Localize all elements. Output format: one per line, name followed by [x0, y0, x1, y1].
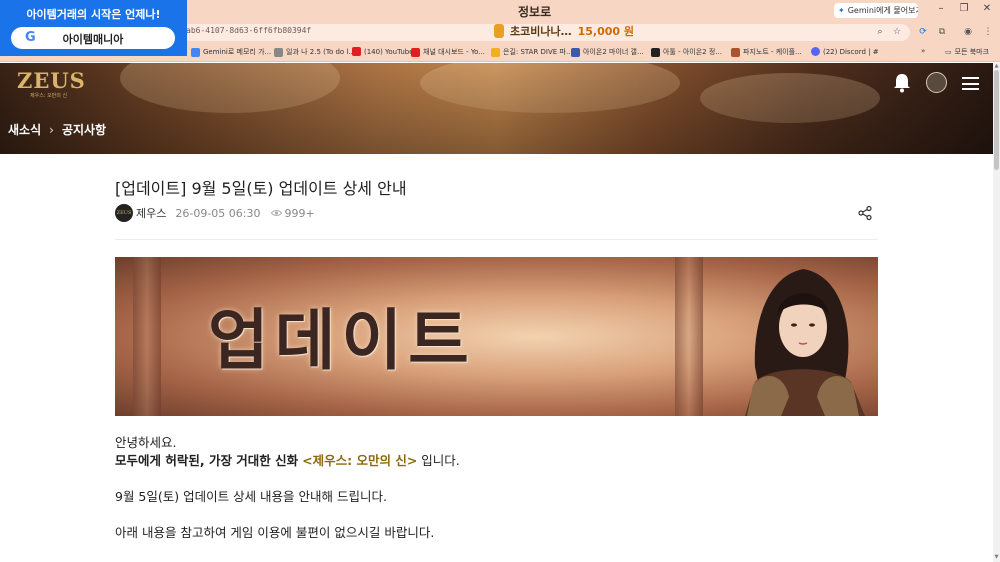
address-bar-ad[interactable]: 초코비나나… 15,000 원 — [494, 23, 634, 39]
ad-item-name: 초코비나나… — [510, 25, 572, 38]
extensions-icon[interactable]: ⧉ — [936, 26, 948, 38]
sync-icon[interactable]: ⟳ — [917, 26, 929, 38]
scroll-up-icon[interactable]: ▲ — [994, 64, 999, 69]
body-intro: 모두에게 허락된, 가장 거대한 신화 <제우스: 오만의 신> 입니다. — [115, 452, 460, 470]
breadcrumb-notice[interactable]: 공지사항 — [62, 121, 106, 138]
folder-icon: ▭ — [945, 48, 952, 56]
ad-item-price: 15,000 원 — [577, 25, 635, 38]
minimize-icon[interactable]: – — [934, 3, 948, 14]
body-greeting: 안녕하세요. — [115, 435, 177, 450]
bookmark-item[interactable]: 파지노트 - 케이플... — [731, 47, 802, 57]
site-logo[interactable]: ZEUS — [17, 68, 86, 93]
scrollbar-thumb[interactable] — [994, 70, 999, 170]
bookmark-item[interactable]: 아이온2 마이너 갤... — [571, 47, 644, 57]
game-title-link: <제우스: 오만의 신> — [302, 453, 418, 468]
more-bookmarks-icon[interactable]: » — [921, 47, 925, 55]
bookmark-item[interactable]: 채널 대시보드 - Yo... — [411, 47, 485, 57]
all-bookmarks-folder[interactable]: ▭ 모든 북마크 — [945, 47, 989, 57]
zoom-icon[interactable]: ⌕ — [874, 26, 886, 38]
body-intro-bold: 모두에게 허락된, 가장 거대한 신화 — [115, 453, 299, 468]
body-notice-line: 아래 내용을 참고하여 게임 이용에 불편이 없으시길 바랍니다. — [115, 525, 435, 540]
gemini-icon — [191, 47, 200, 57]
update-banner-image: 업데이트 — [115, 257, 878, 416]
hamburger-menu-icon[interactable] — [962, 77, 979, 90]
site-logo-subtitle: 제우스: 오만의 신 — [30, 93, 68, 99]
ad-overlay[interactable]: 아이템거래의 시작은 언제나! G 아이템매니아 — [0, 0, 187, 56]
page-icon — [571, 47, 580, 57]
bookmark-item[interactable]: 일과 나 2.5 (To do l... — [274, 47, 355, 57]
page-icon — [651, 47, 660, 57]
gemini-button-label: Gemini에게 물어보기 — [847, 6, 918, 15]
scroll-down-icon[interactable]: ▼ — [994, 555, 999, 560]
bookmark-item[interactable]: (140) YouTube — [352, 47, 414, 56]
hero-shade — [0, 63, 993, 154]
share-icon[interactable] — [857, 205, 873, 221]
banner-pillar — [675, 257, 703, 416]
banner-title: 업데이트 — [208, 302, 475, 379]
bookmark-item[interactable]: Gemini로 메모리 가... — [191, 47, 271, 57]
article-title: [업데이트] 9월 5일(토) 업데이트 상세 안내 — [115, 179, 407, 198]
bookmark-item[interactable]: (22) Discord | # — [811, 47, 879, 56]
url-text: ab6-4107-8d63-6ff6fb80394f — [186, 26, 312, 35]
gemini-icon: ✦ — [838, 6, 845, 15]
eye-icon — [270, 210, 282, 216]
profile-icon[interactable]: ◉ — [962, 26, 974, 38]
banner-pillar — [133, 257, 161, 416]
article-author: 제우스 — [136, 207, 167, 220]
body-intro-end: 입니다. — [417, 453, 460, 468]
youtube-icon — [411, 47, 420, 57]
ad-overlay-title: 아이템거래의 시작은 언제나! — [26, 8, 161, 21]
breadcrumb: 새소식 › 공지사항 — [8, 121, 106, 138]
ask-gemini-button[interactable]: ✦ Gemini에게 물어보기 — [834, 3, 918, 18]
ad-overlay-button[interactable]: G 아이템매니아 — [11, 27, 175, 49]
more-menu-icon[interactable]: ⋮ — [982, 26, 994, 38]
page-icon — [491, 47, 500, 57]
chevron-right-icon: › — [49, 122, 54, 137]
article-views: 999+ — [284, 206, 315, 220]
page-icon — [731, 47, 740, 57]
breadcrumb-news[interactable]: 새소식 — [8, 121, 41, 138]
user-avatar[interactable] — [926, 72, 947, 93]
character-illustration — [745, 269, 865, 416]
page-icon — [274, 47, 283, 57]
maximize-icon[interactable]: ❐ — [957, 3, 971, 14]
tab-title[interactable]: 정보로 — [518, 3, 551, 20]
ad-overlay-name: 아이템매니아 — [62, 33, 124, 46]
youtube-icon — [352, 47, 361, 56]
site-header: ZEUS 제우스: 오만의 신 새소식 › 공지사항 — [0, 63, 993, 154]
page-scrollbar[interactable]: ▲ ▼ — [993, 63, 1000, 562]
notification-bell-icon[interactable] — [893, 73, 911, 93]
bookmark-item[interactable]: 아툴 - 아이온2 정... — [651, 47, 722, 57]
author-avatar: ZEUS — [115, 204, 133, 222]
discord-icon — [811, 47, 820, 56]
article-date: 26-09-05 06:30 — [175, 206, 261, 220]
ad-item-icon — [494, 24, 504, 38]
article-body: 안녕하세요. 모두에게 허락된, 가장 거대한 신화 <제우스: 오만의 신> … — [115, 434, 460, 542]
article-meta: ZEUS 제우스 26-09-05 06:30 999+ — [115, 204, 315, 222]
close-icon[interactable]: ✕ — [980, 3, 994, 14]
bookmark-item[interactable]: 은길: STAR DIVE 파... — [491, 47, 573, 57]
body-update-line: 9월 5일(토) 업데이트 상세 내용을 안내해 드립니다. — [115, 489, 387, 504]
divider — [115, 239, 878, 240]
bookmark-star-icon[interactable]: ☆ — [891, 26, 903, 38]
